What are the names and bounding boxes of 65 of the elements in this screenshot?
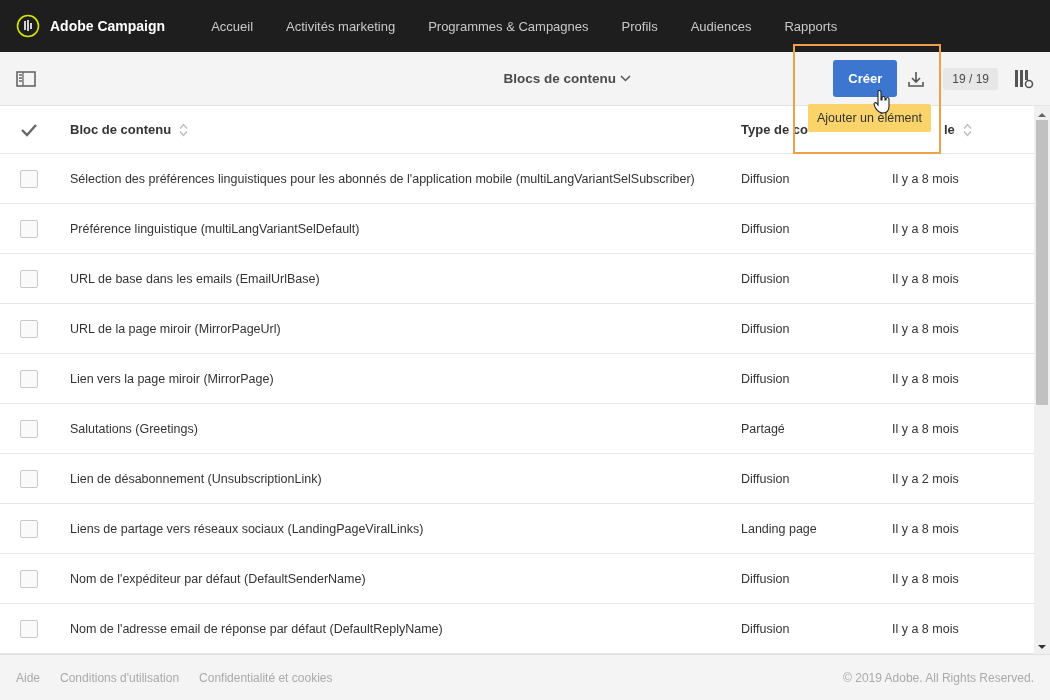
caret-icon[interactable]	[619, 75, 631, 82]
table-cell-text: Diffusion	[741, 571, 791, 586]
row-checkbox[interactable]	[20, 219, 38, 238]
table-cell-text: Diffusion	[741, 621, 791, 636]
table-cell-text: Diffusion	[741, 171, 791, 186]
nav-link[interactable]: Rapports	[784, 18, 838, 34]
column-settings-icon[interactable]	[1014, 68, 1034, 89]
nav-link[interactable]: Programmes & Campagnes	[428, 18, 589, 34]
copyright: © 2019 Adobe. All Rights Reserved.	[843, 670, 1034, 685]
row-checkbox[interactable]	[20, 619, 38, 638]
row-checkbox[interactable]	[20, 469, 38, 488]
table-cell-text: Il y a 8 mois	[892, 221, 960, 236]
logo-icon[interactable]	[16, 14, 40, 38]
table-cell-text: Sélection des préférences linguistiques pour les abonnés de l'application mobile (multiLangVariantSelSubscriber)	[70, 171, 696, 186]
column-header[interactable]: le	[944, 122, 955, 137]
table-cell-text: Il y a 2 mois	[892, 471, 960, 486]
row-checkbox[interactable]	[20, 319, 38, 338]
item-count: 19 / 19	[943, 67, 998, 90]
table-cell-text: Lien de désabonnement (UnsubscriptionLink)	[70, 471, 323, 486]
table-cell-text: URL de la page miroir (MirrorPageUrl)	[70, 321, 282, 336]
table-cell-text: Il y a 8 mois	[892, 371, 960, 386]
table-cell-text: Il y a 8 mois	[892, 421, 960, 436]
table-cell-text: Il y a 8 mois	[892, 271, 960, 286]
table-cell-text: Il y a 8 mois	[892, 521, 960, 536]
sort-icon[interactable]	[962, 122, 972, 137]
view-title-dropdown[interactable]: Blocs de contenu	[503, 71, 631, 86]
create-button[interactable]: Créer	[833, 60, 898, 97]
nav-link[interactable]: Audiences	[690, 18, 752, 34]
sidebar-toggle-icon[interactable]	[16, 70, 36, 87]
row-checkbox[interactable]	[20, 369, 38, 388]
row-checkbox[interactable]	[20, 519, 38, 538]
table-cell-text: Salutations (Greetings)	[70, 421, 199, 436]
nav-link[interactable]: Activités marketing	[286, 18, 396, 34]
row-checkbox[interactable]	[20, 569, 38, 588]
table-cell-text: Il y a 8 mois	[892, 621, 960, 636]
row-checkbox[interactable]	[20, 419, 38, 438]
table-cell-text: Nom de l'expéditeur par défaut (DefaultSenderName)	[70, 571, 367, 586]
scrollbar[interactable]	[1034, 106, 1050, 654]
table-cell-text: Il y a 8 mois	[892, 171, 960, 186]
row-checkbox[interactable]	[20, 169, 38, 188]
tooltip: Ajouter un élément	[808, 104, 931, 132]
column-header[interactable]: Bloc de contenu	[70, 122, 172, 137]
table-cell-text: Diffusion	[741, 371, 791, 386]
table-cell-text: Partagé	[741, 421, 786, 436]
scroll-up-icon[interactable]	[1038, 112, 1046, 118]
table-cell-text: Diffusion	[741, 321, 791, 336]
row-checkbox[interactable]	[20, 269, 38, 288]
table-cell-text: Landing page	[741, 521, 818, 536]
table-cell-text: Nom de l'adresse email de réponse par défaut (DefaultReplyName)	[70, 621, 444, 636]
table-cell-text: Il y a 8 mois	[892, 571, 960, 586]
table-cell-text: Il y a 8 mois	[892, 321, 960, 336]
sort-icon[interactable]	[179, 122, 189, 137]
table-cell-text: Diffusion	[741, 221, 791, 236]
download-icon[interactable]	[907, 69, 926, 88]
nav-link[interactable]: Profils	[621, 18, 658, 34]
table-cell-text: Diffusion	[741, 271, 791, 286]
table-cell-text: Diffusion	[741, 471, 791, 486]
app-name: Adobe Campaign	[50, 18, 166, 34]
nav-link[interactable]: Accueil	[211, 18, 254, 34]
table-cell-text: URL de base dans les emails (EmailUrlBase)	[70, 271, 321, 286]
table-cell-text: Préférence linguistique (multiLangVariantSelDefault)	[70, 221, 361, 236]
table-cell-text: Lien vers la page miroir (MirrorPage)	[70, 371, 275, 386]
select-all-check-icon[interactable]	[20, 122, 38, 137]
table-cell-text: Liens de partage vers réseaux sociaux (LandingPageViralLinks)	[70, 521, 425, 536]
scroll-down-icon[interactable]	[1038, 644, 1046, 650]
